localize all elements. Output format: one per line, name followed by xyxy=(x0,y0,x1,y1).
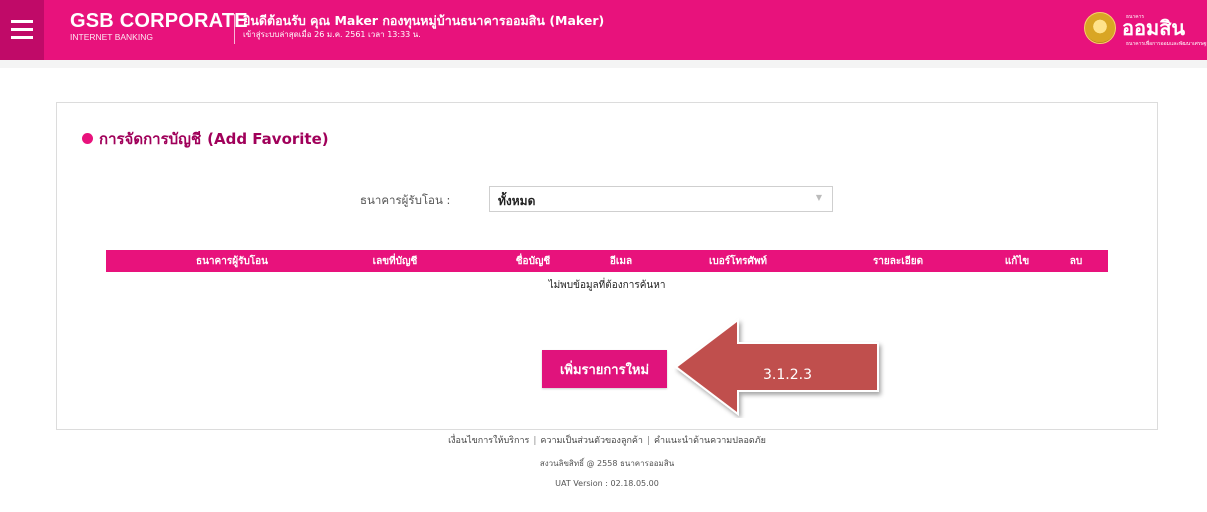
menu-icon-bar xyxy=(11,20,33,23)
add-new-item-button[interactable]: เพิ่มรายการใหม่ xyxy=(542,350,667,388)
footer-link-security[interactable]: คำแนะนำด้านความปลอดภัย xyxy=(654,436,766,446)
page-title-en: (Add Favorite) xyxy=(207,130,329,148)
welcome-text: ยินดีต้อนรับ คุณ Maker กองทุนหมู่บ้านธนา… xyxy=(243,13,605,28)
footer-link-privacy[interactable]: ความเป็นส่วนตัวของลูกค้า xyxy=(540,436,643,446)
column-header-account-name: ชื่อบัญชี xyxy=(515,256,551,267)
menu-icon-bar xyxy=(11,36,33,39)
footer-version: UAT Version : 02.18.05.00 xyxy=(555,479,659,488)
bullet-dot-icon xyxy=(82,133,93,144)
column-header-delete: ลบ xyxy=(1069,256,1083,267)
sub-header-stripe xyxy=(0,60,1207,68)
empty-table-message: ไม่พบข้อมูลที่ต้องการค้นหา xyxy=(548,280,666,291)
bank-filter-label: ธนาคารผู้รับโอน : xyxy=(360,193,451,207)
footer-separator: | xyxy=(533,436,537,446)
bank-filter-value: ทั้งหมด xyxy=(498,194,536,208)
logo-tagline: ธนาคารเพื่อการออมและพัฒนาเศรษฐกิจฐานราก xyxy=(1126,41,1207,47)
logo-text: ออมสิน xyxy=(1122,16,1186,40)
annotation-label: 3.1.2.3 xyxy=(763,367,812,383)
footer-separator: | xyxy=(646,436,651,446)
page-title-th: การจัดการบัญชี xyxy=(99,130,202,148)
brand[interactable]: GSB CORPORATE INTERNET BANKING xyxy=(70,10,248,43)
page-title: การจัดการบัญชี (Add Favorite) xyxy=(82,127,329,151)
dropdown-caret-icon: ▼ xyxy=(815,193,822,202)
header-divider xyxy=(234,14,235,44)
footer-copyright: สงวนลิขสิทธิ์ @ 2558 ธนาคารออมสิน xyxy=(539,459,675,468)
table-header: ธนาคารผู้รับโอน เลขที่บัญชี ชื่อบัญชี อี… xyxy=(106,250,1108,272)
column-header-account-number: เลขที่บัญชี xyxy=(372,256,418,267)
column-header-bank: ธนาคารผู้รับโอน xyxy=(195,256,269,267)
hamburger-menu-button[interactable] xyxy=(0,0,44,60)
gsb-emblem-icon xyxy=(1084,12,1116,44)
column-header-email: อีเมล xyxy=(609,256,633,267)
column-header-edit: แก้ไข xyxy=(1004,256,1030,267)
column-header-phone: เบอร์โทรศัพท์ xyxy=(708,256,768,267)
last-login-text: เข้าสู่ระบบล่าสุดเมื่อ 26 ม.ค. 2561 เวลา… xyxy=(243,30,421,39)
bank-filter-select[interactable]: ทั้งหมด ▼ xyxy=(489,186,833,212)
brand-subtitle: INTERNET BANKING xyxy=(70,32,153,42)
column-header-details: รายละเอียด xyxy=(872,256,924,267)
gsb-logo: ธนาคาร ออมสิน ธนาคารเพื่อการออมและพัฒนาเ… xyxy=(1080,10,1207,50)
welcome-block: ยินดีต้อนรับ คุณ Maker กองทุนหมู่บ้านธนา… xyxy=(243,13,604,41)
brand-name: GSB CORPORATE xyxy=(70,10,248,32)
footer-link-terms[interactable]: เงื่อนไขการให้บริการ xyxy=(448,436,529,446)
top-header: GSB CORPORATE INTERNET BANKING ยินดีต้อน… xyxy=(0,0,1207,60)
menu-icon-bar xyxy=(11,28,33,31)
footer-links: เงื่อนไขการให้บริการ | ความเป็นส่วนตัวของล… xyxy=(448,433,766,447)
